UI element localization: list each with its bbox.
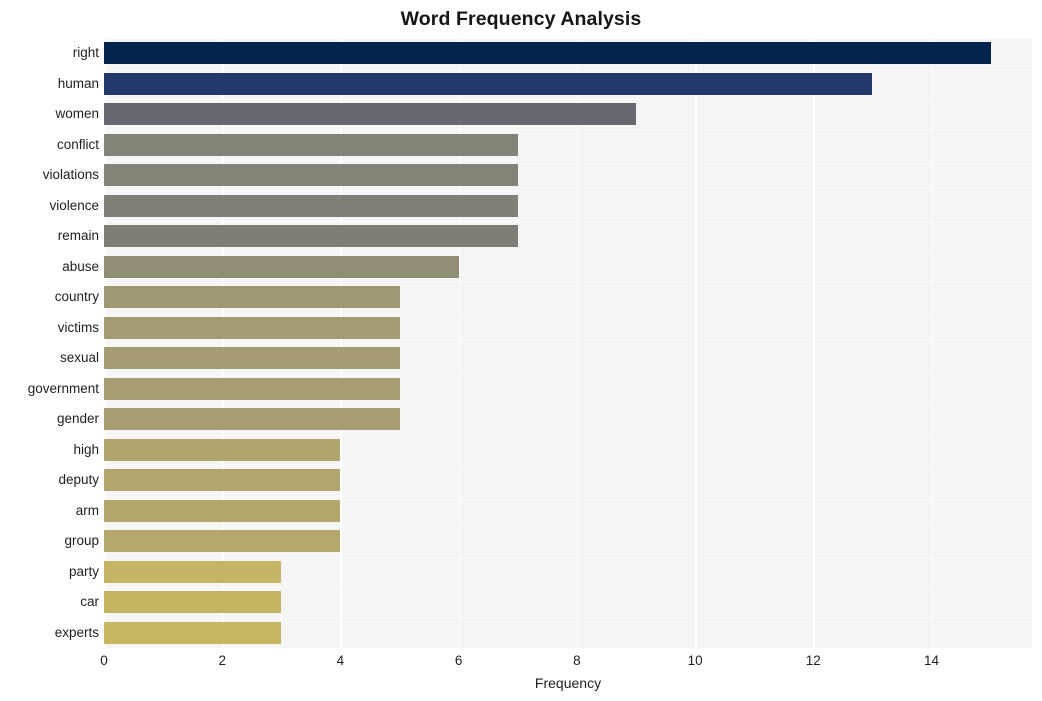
bar [104, 530, 341, 553]
gridline-horizontal [104, 587, 1032, 589]
y-tick-label: government [27, 380, 99, 396]
x-tick-label: 0 [100, 653, 108, 668]
bar [104, 316, 400, 339]
bar [104, 377, 400, 400]
gridline-horizontal [104, 404, 1032, 406]
gridline-vertical [104, 38, 106, 648]
gridline-horizontal [104, 617, 1032, 619]
gridline-horizontal [104, 221, 1032, 223]
gridline-vertical [695, 38, 697, 648]
y-tick-label: group [64, 533, 99, 549]
gridline-horizontal [104, 190, 1032, 192]
x-tick-label: 12 [805, 653, 821, 668]
y-tick-label: violence [49, 197, 99, 213]
y-tick-label: party [68, 563, 99, 579]
y-tick-label: abuse [62, 258, 99, 274]
gridline-horizontal [104, 465, 1032, 467]
bar [104, 621, 282, 644]
gridline-horizontal [104, 68, 1032, 70]
y-tick-label: right [72, 45, 99, 61]
x-tick-label: 4 [336, 653, 345, 668]
x-tick-label: 14 [924, 653, 940, 668]
bar [104, 560, 282, 583]
bar [104, 194, 518, 217]
bar [104, 133, 518, 156]
bar [104, 255, 459, 278]
gridline-horizontal [104, 282, 1032, 284]
gridline-horizontal [104, 251, 1032, 253]
gridline-vertical [458, 38, 461, 648]
gridline-vertical [222, 38, 224, 648]
gridline-vertical [813, 38, 815, 648]
gridline-vertical [340, 38, 343, 648]
bar [104, 499, 341, 522]
y-tick-label: high [73, 441, 99, 457]
bar [104, 591, 282, 614]
bar [104, 103, 636, 126]
y-tick-label: gender [56, 411, 99, 427]
gridline-horizontal [104, 434, 1032, 436]
y-tick-label: violations [42, 167, 99, 183]
gridline-horizontal [104, 99, 1032, 101]
y-tick-label: conflict [56, 136, 99, 152]
gridline-horizontal [104, 526, 1032, 528]
bar [104, 438, 341, 461]
y-tick-label: deputy [58, 472, 99, 488]
x-tick-label: 10 [687, 653, 703, 668]
gridline-horizontal [104, 343, 1032, 345]
word-frequency-chart: Word Frequency Analysis right human women c… [0, 0, 1042, 701]
x-axis-label: Frequency [534, 675, 602, 691]
gridline-horizontal [104, 38, 1032, 40]
y-tick-label: women [55, 106, 99, 122]
chart-title: Word Frequency Analysis [400, 8, 642, 30]
bar [104, 225, 518, 248]
y-tick-label: country [54, 289, 99, 305]
y-axis-tick-labels: right human women conflict violations violenc… [0, 38, 99, 648]
gridline-horizontal [104, 312, 1032, 314]
bar [104, 164, 518, 187]
y-tick-label: arm [75, 502, 99, 518]
x-tick-label: 8 [573, 653, 581, 668]
bar [104, 408, 400, 431]
plot-area [104, 38, 1032, 648]
x-tick-label: 2 [218, 653, 226, 668]
y-tick-label: human [57, 75, 99, 91]
gridline-horizontal [104, 160, 1032, 162]
bar [104, 347, 400, 370]
gridline-vertical [931, 38, 934, 648]
y-tick-label: remain [57, 228, 99, 244]
y-tick-label: victims [57, 319, 99, 335]
gridline-vertical [576, 38, 579, 648]
gridline-horizontal [104, 495, 1032, 497]
y-tick-label: sexual [59, 350, 99, 366]
gridline-horizontal [104, 129, 1032, 131]
bar [104, 469, 341, 492]
y-tick-label: experts [54, 624, 99, 640]
x-tick-label: 6 [454, 653, 463, 668]
gridline-horizontal [104, 556, 1032, 558]
bar [104, 72, 873, 95]
x-axis-tick-labels: 0 2 4 6 8 10 12 14 [100, 648, 1032, 674]
gridline-horizontal [104, 373, 1032, 375]
bar [104, 286, 400, 309]
bar [104, 42, 991, 65]
y-tick-label: car [80, 594, 99, 610]
